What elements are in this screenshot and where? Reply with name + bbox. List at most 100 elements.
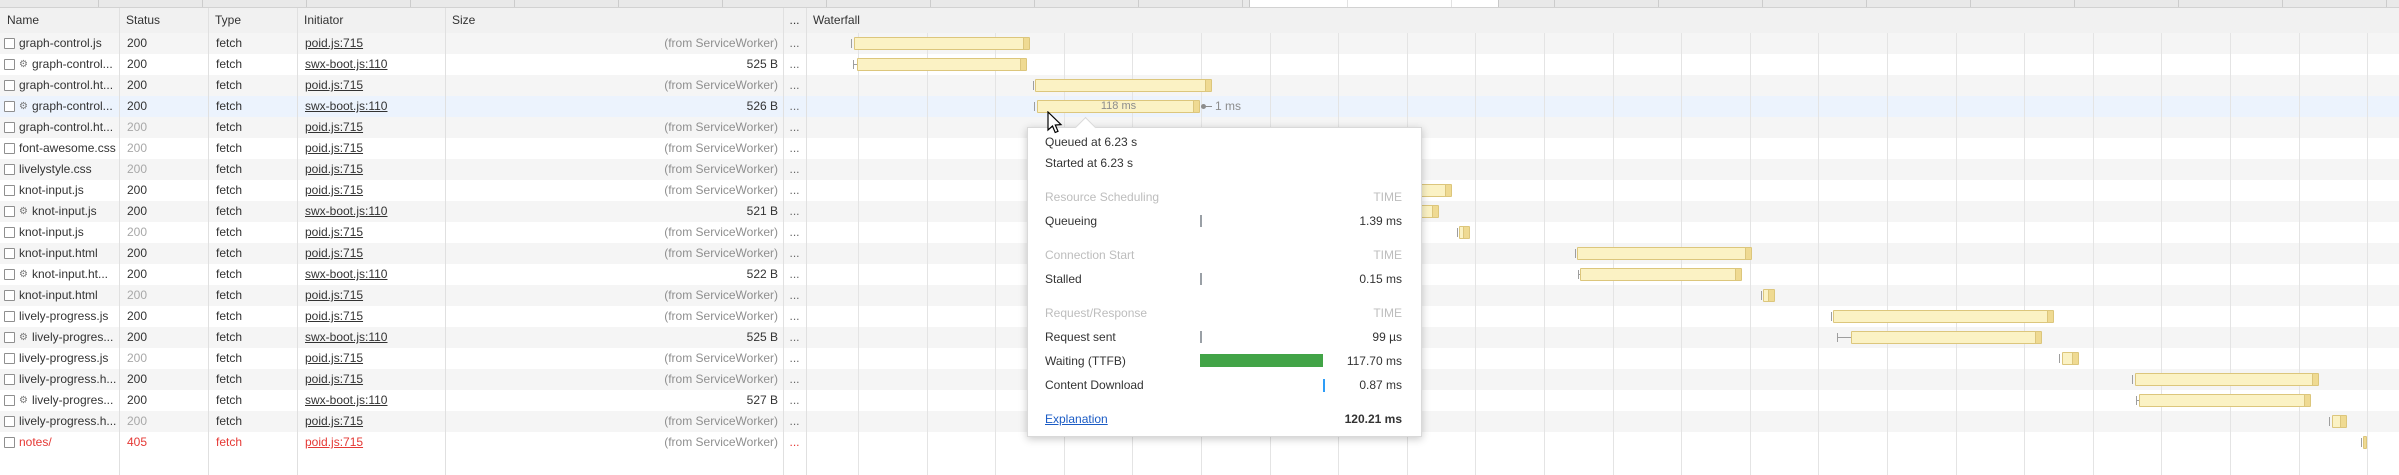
status-code: 200 xyxy=(127,390,205,411)
waterfall-bar[interactable] xyxy=(2135,373,2319,386)
column-header-size[interactable]: Size xyxy=(445,8,783,33)
initiator-cell: swx-boot.js:110 xyxy=(305,54,442,75)
request-name-cell[interactable]: livelystyle.css xyxy=(0,159,117,180)
request-name-cell[interactable]: knot-input.js xyxy=(0,222,117,243)
initiator-link[interactable]: poid.js:715 xyxy=(305,78,363,92)
initiator-link[interactable]: poid.js:715 xyxy=(305,435,363,449)
request-name-cell[interactable]: ⚙lively-progres... xyxy=(0,327,117,348)
waterfall-bar[interactable] xyxy=(2363,436,2367,449)
request-name-cell[interactable]: notes/ xyxy=(0,432,117,453)
request-name-cell[interactable]: lively-progress.js xyxy=(0,306,117,327)
timing-label: Waiting (TTFB) xyxy=(1045,354,1126,368)
status-code: 200 xyxy=(127,75,205,96)
initiator-link[interactable]: poid.js:715 xyxy=(305,351,363,365)
column-header-name[interactable]: Name xyxy=(0,8,119,33)
initiator-link[interactable]: poid.js:715 xyxy=(305,288,363,302)
initiator-link[interactable]: poid.js:715 xyxy=(305,372,363,386)
initiator-link[interactable]: poid.js:715 xyxy=(305,414,363,428)
initiator-link[interactable]: swx-boot.js:110 xyxy=(305,330,387,344)
request-type: fetch xyxy=(216,117,294,138)
column-divider[interactable] xyxy=(119,8,120,475)
waterfall-bar[interactable] xyxy=(1577,247,1752,260)
request-name-cell[interactable]: ⚙graph-control... xyxy=(0,96,117,117)
initiator-link[interactable]: poid.js:715 xyxy=(305,246,363,260)
initiator-link[interactable]: swx-boot.js:110 xyxy=(305,267,387,281)
column-divider[interactable] xyxy=(806,8,807,475)
initiator-link[interactable]: swx-boot.js:110 xyxy=(305,204,387,218)
waterfall-bar[interactable] xyxy=(1833,310,2054,323)
waterfall-gridline xyxy=(927,33,928,475)
request-name-cell[interactable]: ⚙knot-input.js xyxy=(0,201,117,222)
status-code: 200 xyxy=(127,348,205,369)
initiator-link[interactable]: swx-boot.js:110 xyxy=(305,393,387,407)
initiator-link[interactable]: poid.js:715 xyxy=(305,36,363,50)
request-name-cell[interactable]: font-awesome.css xyxy=(0,138,117,159)
initiator-link[interactable]: poid.js:715 xyxy=(305,309,363,323)
waterfall-bar[interactable] xyxy=(854,37,1030,50)
initiator-link[interactable]: swx-boot.js:110 xyxy=(305,57,387,71)
explanation-link[interactable]: Explanation xyxy=(1045,412,1108,426)
waterfall-gridline xyxy=(1475,33,1476,475)
initiator-link[interactable]: poid.js:715 xyxy=(305,225,363,239)
network-request-row[interactable]: graph-control.js200fetchpoid.js:715(from… xyxy=(0,33,2399,54)
initiator-link[interactable]: swx-boot.js:110 xyxy=(305,99,387,113)
request-name-cell[interactable]: lively-progress.js xyxy=(0,348,117,369)
overview-tick xyxy=(2178,0,2179,7)
bar-start-tick xyxy=(1033,81,1034,90)
initiator-cell: swx-boot.js:110 xyxy=(305,96,442,117)
request-type: fetch xyxy=(216,327,294,348)
request-name: graph-control.js xyxy=(19,33,102,54)
column-header-type[interactable]: Type xyxy=(208,8,297,33)
size-value: (from ServiceWorker) xyxy=(445,222,778,243)
waterfall-bar[interactable] xyxy=(1851,331,2042,344)
request-name-cell[interactable]: graph-control.ht... xyxy=(0,117,117,138)
initiator-link[interactable]: poid.js:715 xyxy=(305,162,363,176)
column-divider[interactable] xyxy=(208,8,209,475)
request-name-cell[interactable]: knot-input.html xyxy=(0,243,117,264)
overflow-ellipsis: ... xyxy=(783,411,806,432)
waterfall-bar[interactable] xyxy=(2139,394,2311,407)
initiator-link[interactable]: poid.js:715 xyxy=(305,141,363,155)
column-header-status[interactable]: Status xyxy=(119,8,208,33)
network-panel: NameStatusTypeInitiatorSize...Waterfall … xyxy=(0,0,2399,475)
waterfall-bar-download-cap xyxy=(2047,311,2053,322)
request-name-cell[interactable]: knot-input.html xyxy=(0,285,117,306)
tooltip-timing-row: Content Download0.87 ms xyxy=(1045,379,1402,391)
overflow-ellipsis: ... xyxy=(783,201,806,222)
request-name-cell[interactable]: ⚙graph-control... xyxy=(0,54,117,75)
request-name-cell[interactable]: ⚙knot-input.ht... xyxy=(0,264,117,285)
overflow-ellipsis: ... xyxy=(783,75,806,96)
request-name-cell[interactable]: ⚙lively-progres... xyxy=(0,390,117,411)
request-name: graph-control... xyxy=(32,96,113,117)
request-type: fetch xyxy=(216,159,294,180)
request-name-cell[interactable]: graph-control.ht... xyxy=(0,75,117,96)
network-request-row[interactable]: ⚙graph-control...200fetchswx-boot.js:110… xyxy=(0,54,2399,75)
request-name-cell[interactable]: lively-progress.h... xyxy=(0,411,117,432)
waterfall-bar-download-cap xyxy=(2340,416,2346,427)
column-divider[interactable] xyxy=(297,8,298,475)
overview-selection-window[interactable] xyxy=(1249,0,1499,7)
column-divider[interactable] xyxy=(783,8,784,475)
bar-start-tick xyxy=(2361,438,2362,447)
request-type: fetch xyxy=(216,138,294,159)
waterfall-bar[interactable] xyxy=(2332,415,2347,428)
waterfall-bar[interactable] xyxy=(1763,289,1775,302)
waterfall-bar[interactable] xyxy=(1035,79,1212,92)
overview-timeline-strip[interactable] xyxy=(0,0,2399,8)
resource-file-icon xyxy=(4,59,15,70)
tooltip-queued-at: Queued at 6.23 s xyxy=(1045,136,1402,148)
initiator-cell: poid.js:715 xyxy=(305,243,442,264)
request-name-cell[interactable]: knot-input.js xyxy=(0,180,117,201)
request-name-cell[interactable]: lively-progress.h... xyxy=(0,369,117,390)
request-name-cell[interactable]: graph-control.js xyxy=(0,33,117,54)
column-divider[interactable] xyxy=(445,8,446,475)
waterfall-bar[interactable] xyxy=(1580,268,1742,281)
initiator-link[interactable]: poid.js:715 xyxy=(305,120,363,134)
waterfall-bar[interactable] xyxy=(857,58,1027,71)
column-header-overflow[interactable]: ... xyxy=(783,8,806,33)
column-header-waterfall[interactable]: Waterfall xyxy=(806,8,2399,33)
initiator-link[interactable]: poid.js:715 xyxy=(305,183,363,197)
waterfall-bar[interactable] xyxy=(1459,226,1470,239)
waterfall-bar[interactable] xyxy=(2062,352,2079,365)
column-header-initiator[interactable]: Initiator xyxy=(297,8,445,33)
